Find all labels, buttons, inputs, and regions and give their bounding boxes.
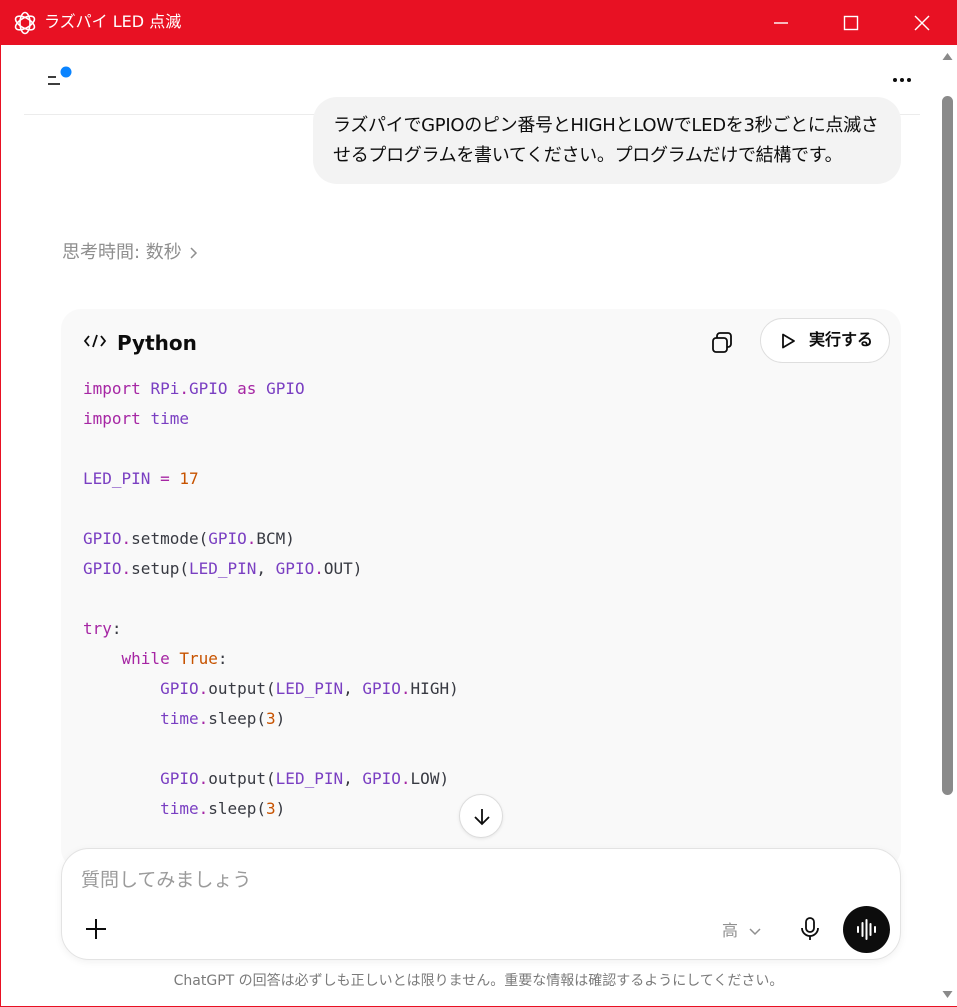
more-dots-icon bbox=[893, 78, 911, 82]
add-attachment-button[interactable] bbox=[82, 915, 110, 943]
minimize-icon bbox=[774, 22, 788, 24]
title-bar: ラズパイ LED 点滅 bbox=[0, 0, 957, 45]
code-block: Python 実行する import RPi.GPIO as GPIO impo… bbox=[61, 309, 901, 869]
close-icon bbox=[914, 15, 930, 31]
user-message-line: せるプログラムを書いてください。プログラムだけで結構です。 bbox=[333, 145, 843, 166]
microphone-icon bbox=[801, 917, 819, 940]
run-code-button[interactable]: 実行する bbox=[760, 318, 890, 363]
code-line: LED_PIN = 17 bbox=[83, 469, 199, 488]
plus-icon bbox=[86, 919, 106, 939]
user-message-bubble: ラズパイでGPIOのピン番号とHIGHとLOWでLEDを3秒ごとに点滅さ せるプ… bbox=[313, 97, 901, 184]
code-line: while True: bbox=[121, 649, 228, 668]
code-line: GPIO.setup(LED_PIN, GPIO.OUT) bbox=[83, 559, 363, 578]
code-language-label: Python bbox=[117, 331, 197, 355]
code-line: time.sleep(3) bbox=[160, 709, 286, 728]
maximize-icon bbox=[843, 15, 859, 31]
arrow-down-icon bbox=[474, 809, 490, 826]
scroll-to-bottom-button[interactable] bbox=[459, 794, 503, 838]
sidebar-toggle-icon bbox=[48, 66, 72, 85]
copy-code-button[interactable] bbox=[707, 327, 739, 359]
sidebar-toggle-button[interactable] bbox=[42, 64, 76, 92]
close-button[interactable] bbox=[887, 0, 957, 45]
minimize-button[interactable] bbox=[746, 0, 816, 45]
voice-waveform-icon bbox=[857, 919, 876, 940]
more-options-button[interactable] bbox=[885, 64, 919, 94]
prompt-input[interactable] bbox=[81, 866, 681, 894]
chatgpt-logo-icon bbox=[14, 11, 36, 35]
play-icon bbox=[782, 333, 795, 349]
thinking-label: 思考時間: 数秒 bbox=[62, 242, 182, 263]
reasoning-level-label: 高 bbox=[722, 921, 739, 940]
copy-icon bbox=[712, 332, 732, 353]
code-icon bbox=[83, 334, 107, 348]
code-line: GPIO.setmode(GPIO.BCM) bbox=[83, 529, 295, 548]
code-line: import time bbox=[83, 409, 189, 428]
code-line: GPIO.output(LED_PIN, GPIO.LOW) bbox=[160, 769, 450, 788]
window-title: ラズパイ LED 点滅 bbox=[44, 12, 182, 31]
chevron-down-icon bbox=[749, 927, 761, 935]
window-border-left bbox=[0, 45, 1, 1007]
voice-mode-button[interactable] bbox=[843, 906, 890, 953]
chevron-right-icon bbox=[190, 247, 197, 259]
dictate-button[interactable] bbox=[796, 915, 824, 943]
thinking-toggle[interactable]: 思考時間: 数秒 bbox=[62, 241, 198, 265]
run-code-label: 実行する bbox=[809, 330, 874, 349]
maximize-button[interactable] bbox=[816, 0, 886, 45]
scroll-up-arrow-icon[interactable] bbox=[942, 52, 953, 61]
code-line: GPIO.output(LED_PIN, GPIO.HIGH) bbox=[160, 679, 459, 698]
scrollbar-thumb[interactable] bbox=[942, 96, 953, 795]
disclaimer-text: ChatGPT の回答は必ずしも正しいとは限りません。重要な情報は確認するように… bbox=[173, 973, 784, 989]
reasoning-level-select[interactable]: 高 bbox=[722, 917, 762, 941]
user-message-line: ラズパイでGPIOのピン番号とHIGHとLOWでLEDを3秒ごとに点滅さ bbox=[333, 115, 879, 136]
composer: 高 bbox=[61, 848, 901, 960]
code-line: try: bbox=[83, 619, 122, 638]
code-line: time.sleep(3) bbox=[160, 799, 286, 818]
code-content: import RPi.GPIO as GPIO import time LED_… bbox=[83, 374, 459, 824]
scroll-down-arrow-icon[interactable] bbox=[942, 990, 953, 999]
code-line: import RPi.GPIO as GPIO bbox=[83, 379, 305, 398]
